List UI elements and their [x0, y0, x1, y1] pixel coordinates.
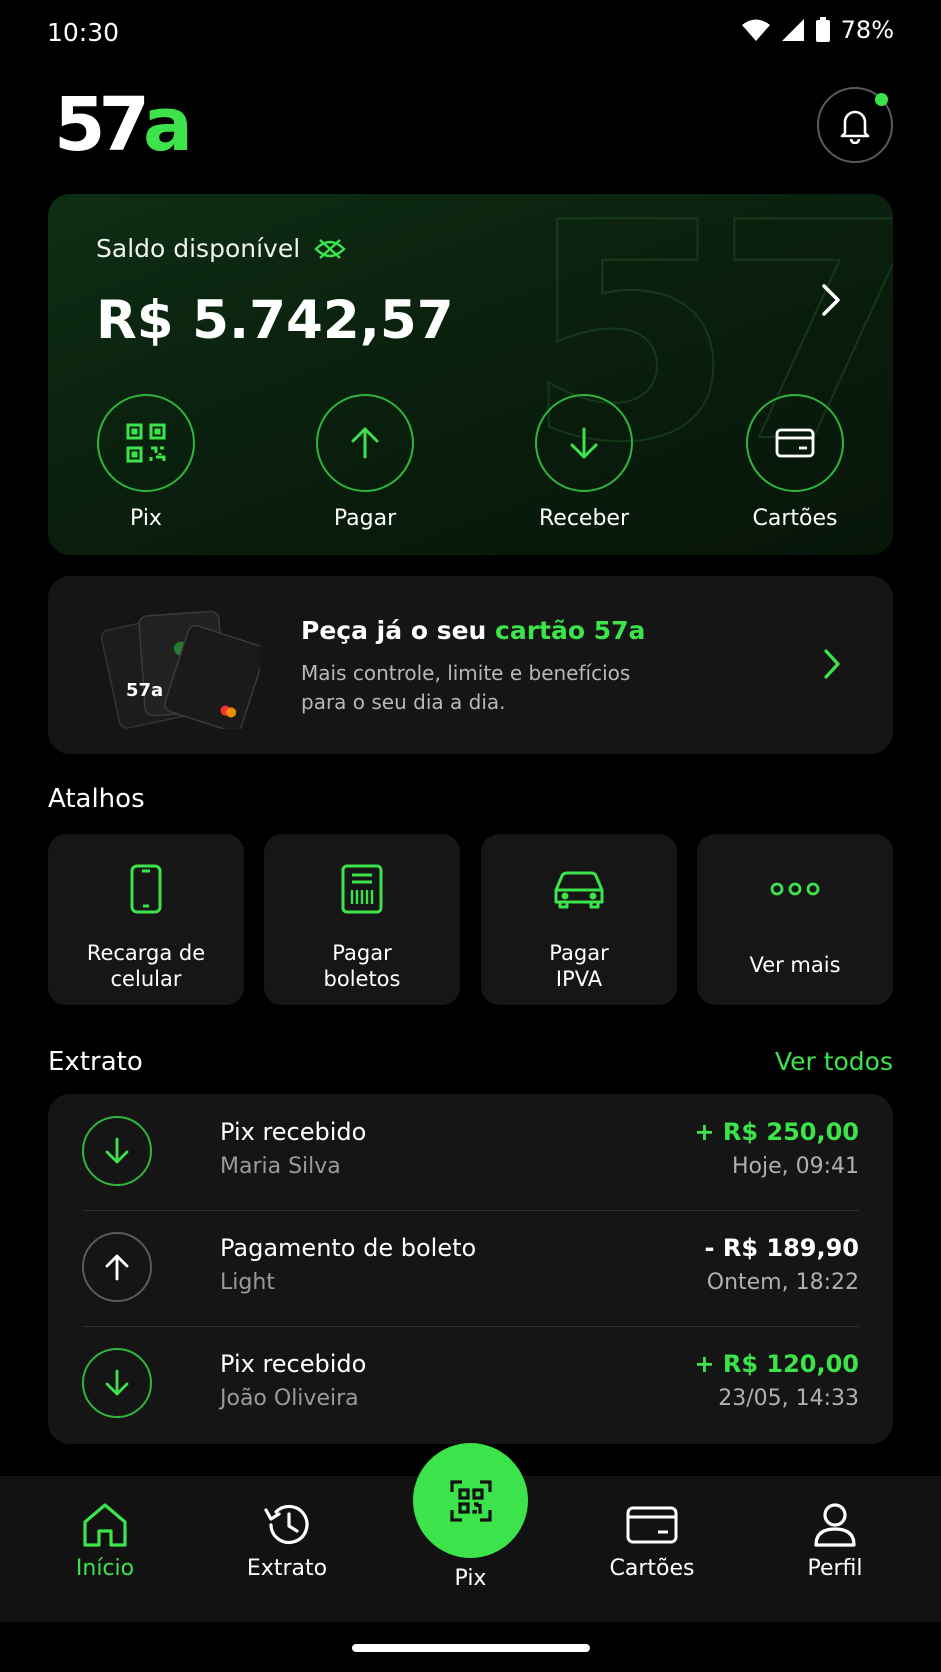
- more-icon: [770, 882, 820, 896]
- shortcut-label: Recarga de: [86, 941, 206, 965]
- car-icon: [554, 871, 604, 909]
- arrow-down-icon: [105, 1369, 129, 1396]
- quick-action-label: Receber: [538, 506, 629, 531]
- transaction-row[interactable]: Pagamento de boleto Light - R$ 189,90 On…: [82, 1210, 859, 1326]
- promo-title-highlight: cartão 57a: [495, 616, 646, 645]
- eye-hidden-icon[interactable]: [314, 237, 346, 261]
- bell-icon: [840, 110, 870, 144]
- home-indicator: [352, 1644, 590, 1652]
- transaction-title: Pix recebido: [220, 1350, 367, 1378]
- brand-logo: 57a: [54, 88, 193, 162]
- nav-label: Extrato: [246, 1556, 328, 1581]
- transaction-party: Light: [220, 1270, 275, 1295]
- arrow-up-icon: [351, 427, 379, 459]
- shortcut-label: Ver mais: [749, 953, 841, 977]
- qr-scan-icon: [449, 1479, 492, 1522]
- shortcut-pay-bills[interactable]: Pagar boletos: [264, 834, 460, 1005]
- status-time: 10:30: [47, 18, 120, 47]
- nav-home[interactable]: Início: [30, 1502, 180, 1581]
- logo-letter: a: [142, 82, 193, 168]
- wifi-icon: [741, 19, 770, 41]
- user-icon: [814, 1503, 856, 1547]
- qr-code-icon: [126, 423, 166, 463]
- shortcut-label: IPVA: [555, 967, 603, 991]
- quick-action-receive[interactable]: Receber: [519, 394, 649, 531]
- status-icons: 78%: [741, 16, 894, 44]
- shortcut-pay-ipva[interactable]: Pagar IPVA: [481, 834, 677, 1005]
- quick-action-label: Cartões: [752, 506, 838, 531]
- nav-statement[interactable]: Extrato: [212, 1502, 362, 1581]
- arrow-down-icon: [105, 1137, 129, 1164]
- quick-action-cards[interactable]: Cartões: [730, 394, 860, 531]
- shortcut-phone-recharge[interactable]: Recarga de celular: [48, 834, 244, 1005]
- nav-label: Cartões: [609, 1556, 695, 1581]
- nav-label-pix: Pix: [454, 1566, 487, 1591]
- balance-label-row: Saldo disponível: [96, 234, 346, 263]
- transaction-party: João Oliveira: [220, 1386, 359, 1411]
- promo-card[interactable]: 57a Peça já o seu cartão 57a Mais contro…: [48, 576, 893, 754]
- shortcut-label: Pagar: [332, 941, 392, 965]
- promo-title: Peça já o seu cartão 57a: [301, 616, 646, 645]
- nav-pix-button[interactable]: [413, 1443, 528, 1558]
- transaction-party: Maria Silva: [220, 1154, 341, 1179]
- see-all-link[interactable]: Ver todos: [775, 1047, 893, 1076]
- nav-cards[interactable]: Cartões: [577, 1502, 727, 1581]
- barcode-icon: [341, 864, 383, 914]
- transaction-row[interactable]: Pix recebido Maria Silva + R$ 250,00 Hoj…: [82, 1094, 859, 1210]
- quick-action-label: Pix: [130, 506, 162, 531]
- transaction-amount: - R$ 189,90: [704, 1234, 859, 1262]
- transaction-title: Pix recebido: [220, 1118, 367, 1146]
- nav-profile[interactable]: Perfil: [760, 1502, 910, 1581]
- shortcut-label: boletos: [323, 967, 401, 991]
- battery-icon: [815, 17, 830, 42]
- shortcuts-heading: Atalhos: [48, 784, 145, 814]
- home-icon: [83, 1503, 127, 1547]
- quick-action-pix[interactable]: Pix: [81, 394, 211, 531]
- logo-digits: 57: [54, 82, 150, 168]
- cards-illustration-icon: 57a: [100, 610, 260, 729]
- transaction-date: Ontem, 18:22: [706, 1270, 859, 1295]
- shortcut-label: Pagar: [549, 941, 609, 965]
- transaction-date: 23/05, 14:33: [718, 1386, 859, 1411]
- history-icon: [264, 1504, 309, 1545]
- statement-heading: Extrato: [48, 1047, 143, 1077]
- statement-list: Pix recebido Maria Silva + R$ 250,00 Hoj…: [48, 1094, 893, 1444]
- arrow-down-icon: [570, 427, 598, 459]
- battery-percent: 78%: [840, 16, 894, 44]
- nav-label: Início: [75, 1556, 135, 1581]
- signal-icon: [781, 19, 804, 41]
- transaction-title: Pagamento de boleto: [220, 1234, 477, 1262]
- balance-label: Saldo disponível: [96, 234, 301, 263]
- quick-action-pay[interactable]: Pagar: [300, 394, 430, 531]
- notification-dot: [875, 93, 888, 106]
- balance-chevron-icon[interactable]: [818, 282, 844, 318]
- shortcut-see-more[interactable]: Ver mais: [697, 834, 893, 1005]
- transaction-amount: + R$ 120,00: [694, 1350, 859, 1378]
- promo-subtitle: Mais controle, limite e benefícios para …: [301, 661, 631, 714]
- transaction-row[interactable]: Pix recebido João Oliveira + R$ 120,00 2…: [82, 1326, 859, 1442]
- nav-label: Perfil: [807, 1556, 863, 1581]
- card-icon: [626, 1506, 678, 1544]
- arrow-up-icon: [105, 1254, 129, 1281]
- balance-value: R$ 5.742,57: [96, 290, 454, 351]
- balance-card: 57 Saldo disponível R$ 5.742,57 Pix Paga…: [48, 194, 893, 555]
- card-icon: [775, 428, 815, 458]
- svg-text:57a: 57a: [126, 680, 163, 701]
- promo-chevron-icon: [824, 649, 840, 679]
- phone-icon: [130, 864, 162, 914]
- transaction-date: Hoje, 09:41: [731, 1154, 859, 1179]
- shortcut-label: celular: [110, 967, 182, 991]
- quick-action-label: Pagar: [333, 506, 397, 531]
- transaction-amount: + R$ 250,00: [694, 1118, 859, 1146]
